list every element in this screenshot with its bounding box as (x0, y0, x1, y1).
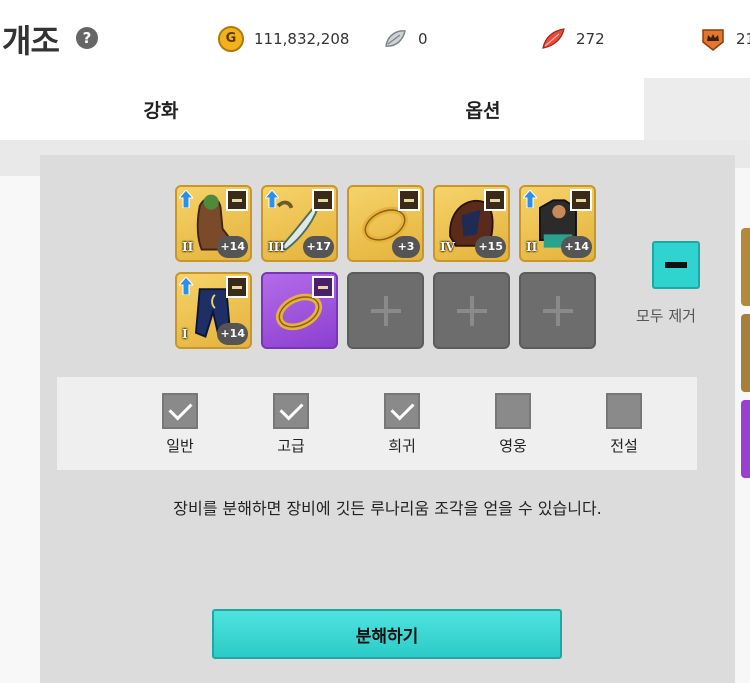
remove-item-button[interactable] (312, 189, 334, 211)
remove-item-button[interactable] (570, 189, 592, 211)
gold-resource: G 111,832,208 (218, 26, 349, 52)
disassemble-panel: II +14 III +17 +3 IV +15 II +14 I +14 모두 제거 일반 고급 … (40, 155, 735, 683)
tab-bar: 강화 옵션 (0, 78, 750, 140)
remove-item-button[interactable] (226, 189, 248, 211)
enhance-level-badge: +15 (475, 236, 506, 258)
inventory-item[interactable] (741, 400, 750, 478)
equipment-slot[interactable] (261, 272, 338, 349)
page-title: 개조 (2, 22, 60, 60)
crown-resource: 21 (700, 26, 750, 52)
enhance-level-badge: +14 (217, 236, 248, 258)
disassemble-notice: 장비를 분해하면 장비에 깃든 루나리움 조각을 얻을 수 있습니다. (173, 499, 602, 518)
filter-label: 고급 (277, 437, 305, 455)
plus-icon (542, 295, 573, 326)
item-tier: I (182, 327, 188, 341)
checkbox-legend[interactable] (606, 393, 642, 429)
remove-item-button[interactable] (398, 189, 420, 211)
equipment-slot[interactable]: +3 (347, 185, 424, 262)
plus-icon (370, 295, 401, 326)
enhance-level-badge: +14 (561, 236, 592, 258)
enhance-level-badge: +17 (303, 236, 334, 258)
disassemble-button[interactable]: 분해하기 (212, 609, 562, 659)
right-inventory-strip (735, 168, 750, 683)
crown-amount: 21 (736, 30, 750, 48)
red-amount: 272 (576, 30, 605, 48)
filter-legend[interactable]: 전설 (594, 393, 654, 456)
tab-options[interactable]: 옵션 (322, 78, 644, 140)
equipment-slot[interactable]: II +14 (519, 185, 596, 262)
crown-badge-icon (702, 29, 724, 51)
checkbox-rare[interactable] (384, 393, 420, 429)
item-tier: IV (440, 240, 455, 254)
silver-amount: 0 (418, 30, 428, 48)
empty-equipment-slot[interactable] (519, 272, 596, 349)
inventory-item[interactable] (741, 228, 750, 306)
upgrade-arrow-icon (523, 190, 537, 208)
upgrade-arrow-icon (265, 190, 279, 208)
inventory-item[interactable] (741, 314, 750, 392)
rarity-filter-bar: 일반 고급 희귀 영웅 전설 (57, 377, 697, 470)
remove-all-button[interactable] (652, 241, 700, 289)
filter-hero[interactable]: 영웅 (483, 393, 543, 456)
remove-item-button[interactable] (312, 276, 334, 298)
filter-label: 일반 (166, 437, 194, 455)
red-resource: 272 (540, 26, 605, 52)
checkbox-advanced[interactable] (273, 393, 309, 429)
empty-equipment-slot[interactable] (433, 272, 510, 349)
equipment-slot[interactable]: II +14 (175, 185, 252, 262)
equipment-slot[interactable]: I +14 (175, 272, 252, 349)
filter-label: 전설 (610, 437, 638, 455)
filter-common[interactable]: 일반 (150, 393, 210, 456)
gold-coin-icon: G (218, 26, 244, 52)
question-icon[interactable]: ? (76, 27, 98, 49)
equipment-slot[interactable]: III +17 (261, 185, 338, 262)
enhance-level-badge: +3 (392, 236, 420, 258)
red-feather-icon (542, 28, 565, 49)
upgrade-arrow-icon (179, 277, 193, 295)
filter-label: 영웅 (499, 437, 527, 455)
gold-amount: 111,832,208 (254, 30, 350, 48)
left-panel (0, 176, 40, 683)
checkbox-common[interactable] (162, 393, 198, 429)
enhance-level-badge: +14 (217, 323, 248, 345)
checkbox-hero[interactable] (495, 393, 531, 429)
remove-all-label: 모두 제거 (636, 307, 696, 325)
item-tier: III (268, 240, 285, 254)
upgrade-arrow-icon (179, 190, 193, 208)
filter-advanced[interactable]: 고급 (261, 393, 321, 456)
remove-item-button[interactable] (484, 189, 506, 211)
item-tier: II (182, 240, 194, 254)
tab-disassemble[interactable] (644, 78, 750, 140)
header-bar: 개조 ? G 111,832,208 0 272 21 (0, 0, 750, 78)
plus-icon (456, 295, 487, 326)
silver-leaf-icon (385, 30, 406, 47)
filter-label: 희귀 (388, 437, 416, 455)
filter-rare[interactable]: 희귀 (372, 393, 432, 456)
equipment-slot[interactable]: IV +15 (433, 185, 510, 262)
empty-equipment-slot[interactable] (347, 272, 424, 349)
silver-resource: 0 (382, 26, 428, 52)
remove-item-button[interactable] (226, 276, 248, 298)
item-tier: II (526, 240, 538, 254)
tab-enhance[interactable]: 강화 (0, 78, 322, 140)
